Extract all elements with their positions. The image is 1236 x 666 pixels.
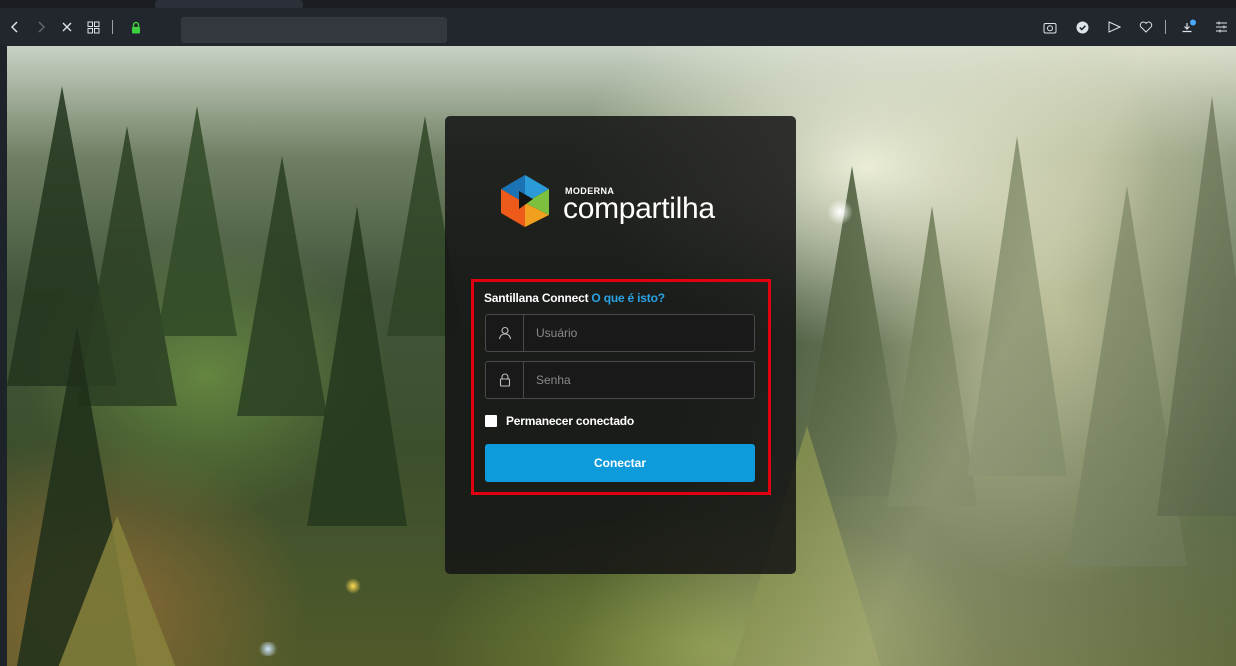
settings-sliders-icon [1215, 21, 1227, 33]
send-icon [1108, 21, 1121, 33]
connect-button[interactable]: Conectar [485, 444, 755, 482]
camera-icon [1043, 22, 1057, 33]
logo: MODERNA compartilha [497, 171, 747, 231]
connect-label: Santillana Connect [484, 291, 589, 305]
stop-button[interactable] [56, 16, 78, 38]
close-icon [62, 22, 72, 32]
favorites-button[interactable] [1135, 16, 1157, 38]
settings-button[interactable] [1210, 16, 1232, 38]
lock-icon [132, 21, 140, 33]
site-security-button[interactable] [125, 16, 147, 38]
send-button[interactable] [1103, 16, 1125, 38]
username-input[interactable] [524, 315, 744, 351]
heart-icon [1139, 21, 1153, 33]
password-input[interactable] [524, 362, 744, 398]
shield-button[interactable] [1071, 16, 1093, 38]
toolbar-separator-right [1165, 20, 1166, 34]
tabs-grid-button[interactable] [82, 16, 104, 38]
santillana-connect-line: Santillana Connect O que é isto? [484, 291, 665, 305]
toolbar-separator [112, 20, 113, 34]
remember-label: Permanecer conectado [506, 414, 635, 428]
lens-flare [345, 578, 361, 594]
browser-toolbar [0, 8, 1236, 46]
password-lock-icon [499, 373, 510, 387]
remember-me[interactable]: Permanecer conectado [485, 414, 634, 428]
user-icon-box [486, 315, 524, 351]
address-bar[interactable] [181, 17, 447, 43]
tab-strip [0, 0, 1236, 8]
shield-icon [1076, 21, 1088, 33]
lens-flare [827, 199, 853, 225]
what-is-this-link[interactable]: O que é isto? [591, 291, 665, 305]
password-field[interactable] [485, 361, 755, 399]
user-icon [498, 326, 511, 340]
download-icon [1182, 19, 1196, 33]
grid-icon [87, 21, 99, 33]
moderna-logo-icon [501, 175, 549, 227]
toolbar-right-actions [1035, 8, 1232, 46]
active-tab[interactable] [155, 0, 303, 8]
screenshot-button[interactable] [1039, 16, 1061, 38]
downloads-button[interactable] [1178, 16, 1200, 38]
remember-checkbox[interactable] [485, 415, 497, 427]
logo-product-text: compartilha [563, 192, 715, 225]
lock-icon-box [486, 362, 524, 398]
chevron-left-icon [10, 21, 18, 33]
lens-flare [257, 642, 279, 656]
back-button[interactable] [4, 16, 26, 38]
forward-button[interactable] [30, 16, 52, 38]
chevron-right-icon [38, 21, 46, 33]
username-field[interactable] [485, 314, 755, 352]
